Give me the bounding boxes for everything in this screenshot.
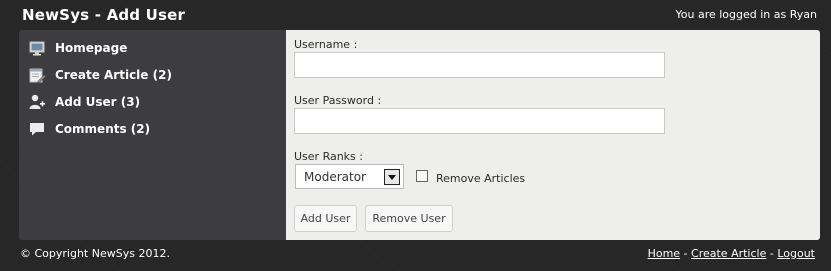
footer: © Copyright NewSys 2012. Home - Create A… (0, 240, 831, 271)
footer-link-logout[interactable]: Logout (777, 247, 815, 260)
footer-separator: - (680, 247, 692, 260)
sidebar-item-add-user[interactable]: Add User (3) (19, 91, 286, 113)
ranks-label: User Ranks : (294, 150, 363, 163)
add-user-button[interactable]: Add User (294, 205, 357, 232)
footer-links: Home - Create Article - Logout (648, 247, 815, 260)
footer-link-create-article[interactable]: Create Article (691, 247, 766, 260)
copyright-text: © Copyright NewSys 2012. (20, 247, 170, 260)
user-rank-select[interactable]: Moderator (295, 164, 404, 189)
edit-page-icon (29, 68, 46, 84)
sidebar-item-comments[interactable]: Comments (2) (19, 118, 286, 140)
footer-link-home[interactable]: Home (648, 247, 680, 260)
user-rank-selected: Moderator (304, 170, 366, 184)
password-label: User Password : (294, 94, 382, 107)
page-title: NewSys - Add User (22, 6, 186, 24)
password-input[interactable] (294, 108, 665, 134)
username-input[interactable] (294, 52, 665, 78)
sidebar-item-homepage[interactable]: Homepage (19, 37, 286, 59)
footer-separator: - (766, 247, 778, 260)
sidebar-item-label: Create Article (2) (55, 68, 172, 82)
add-user-form: Username : User Password : User Ranks : … (286, 30, 820, 240)
sidebar: Homepage Create Article (2) Add User (3) (19, 30, 286, 240)
monitor-icon (29, 41, 45, 56)
sidebar-item-label: Add User (3) (55, 95, 141, 109)
sidebar-item-create-article[interactable]: Create Article (2) (19, 64, 286, 86)
add-user-icon (29, 94, 45, 109)
sidebar-item-label: Comments (2) (55, 122, 151, 136)
content-frame: Homepage Create Article (2) Add User (3) (19, 30, 820, 240)
remove-articles-label: Remove Articles (436, 172, 526, 185)
login-status: You are logged in as Ryan (675, 8, 818, 21)
header: NewSys - Add User You are logged in as R… (0, 0, 831, 30)
sidebar-item-label: Homepage (55, 41, 128, 55)
chevron-down-icon[interactable] (384, 169, 400, 185)
remove-user-button[interactable]: Remove User (365, 205, 453, 232)
remove-articles-checkbox[interactable] (416, 170, 428, 182)
username-label: Username : (294, 38, 358, 51)
speech-bubble-icon (30, 123, 44, 136)
